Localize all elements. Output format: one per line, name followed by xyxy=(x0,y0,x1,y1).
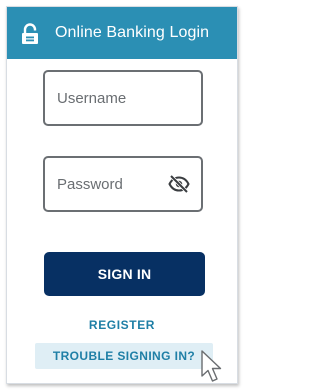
register-link[interactable]: REGISTER xyxy=(7,318,237,332)
username-field[interactable] xyxy=(43,70,203,126)
login-header: Online Banking Login xyxy=(7,7,237,59)
username-input[interactable] xyxy=(57,72,167,124)
trouble-signing-in-link[interactable]: TROUBLE SIGNING IN? xyxy=(35,343,213,369)
password-input[interactable] xyxy=(57,158,167,210)
lock-icon xyxy=(21,23,39,45)
login-card: Online Banking Login SIGN IN REGISTER TR… xyxy=(6,6,238,384)
password-field[interactable] xyxy=(43,156,203,212)
eye-slash-icon[interactable] xyxy=(168,174,190,194)
page-title: Online Banking Login xyxy=(55,24,210,41)
mouse-cursor-icon xyxy=(199,349,229,385)
sign-in-button[interactable]: SIGN IN xyxy=(44,252,205,296)
